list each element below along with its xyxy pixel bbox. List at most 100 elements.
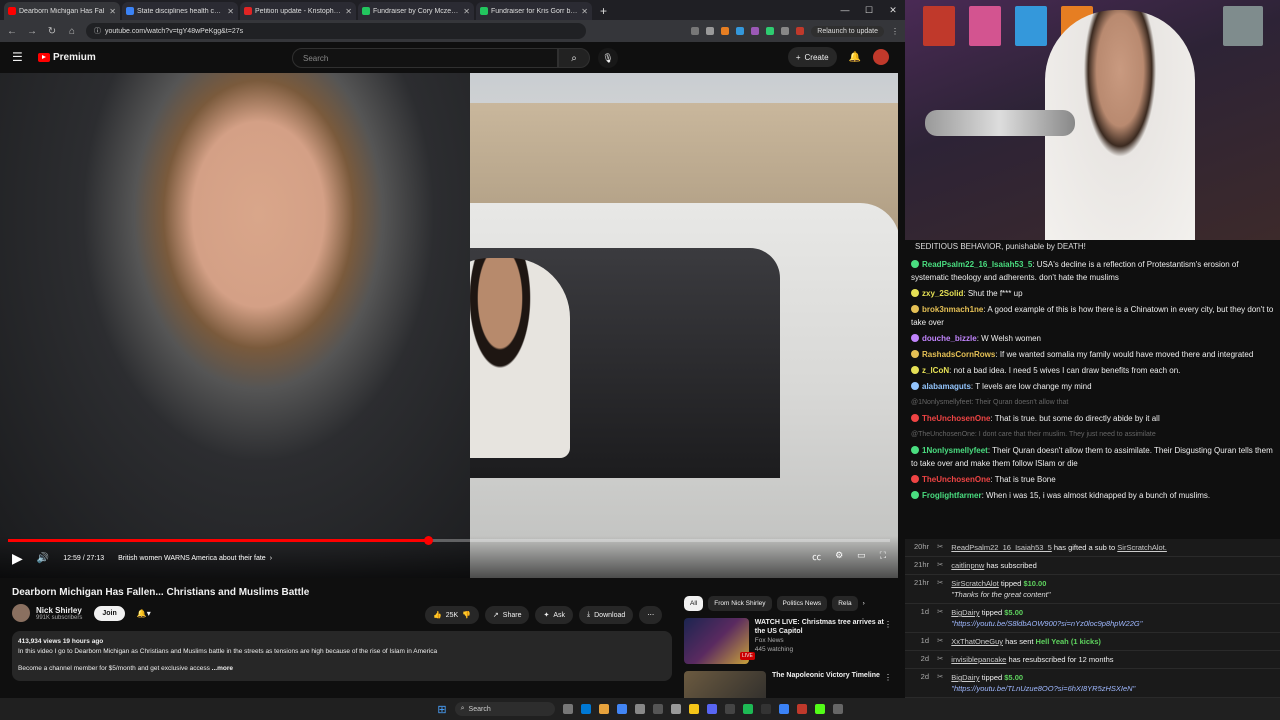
new-tab-button[interactable]: + [594,2,613,20]
hamburger-menu-icon[interactable]: ☰ [12,50,26,64]
share-button[interactable]: ↗ Share [484,606,530,624]
activity-user[interactable]: caitlinpnw [951,561,984,570]
fullscreen-icon[interactable]: ⛶ [880,550,886,563]
back-icon[interactable]: ← [6,26,18,37]
url-field[interactable]: ⓘ youtube.com/watch?v=tgY48wPeKgg&t=27s [86,23,586,39]
ask-button[interactable]: ✦ Ask [535,606,574,624]
app-icon[interactable] [796,704,807,714]
download-button[interactable]: ⤓ Download [579,606,634,624]
more-link[interactable]: ...more [212,665,233,672]
maximize-icon[interactable]: ☐ [857,0,881,20]
extension-icon[interactable] [751,27,760,35]
tab-close-icon[interactable]: ✕ [463,7,470,16]
miniplayer-icon[interactable]: ▭ [857,550,866,563]
app-icon[interactable] [760,704,771,714]
account-avatar[interactable] [873,49,889,65]
chapter-title[interactable]: British women WARNS America about their … [118,555,272,562]
chat-username[interactable]: TheUnchosenOne [922,414,990,423]
tab-close-icon[interactable]: ✕ [109,7,116,16]
home-icon[interactable]: ⌂ [66,26,78,37]
activity-user[interactable]: SirScratchAlot [951,579,999,588]
video-thumbnail[interactable]: LIVE [684,618,755,664]
tab-close-icon[interactable]: ✕ [345,7,352,16]
channel-name[interactable]: Nick Shirley [36,606,82,615]
activity-link[interactable]: "https://youtu.be/TLnUzue8OO?si=6hXI8YR5… [951,684,1135,693]
tab-close-icon[interactable]: ✕ [227,7,234,16]
activity-link[interactable]: "https://youtu.be/S8ldbAOW900?si=nYz0loc… [951,619,1142,628]
task-view-icon[interactable] [562,704,573,714]
app-icon[interactable] [670,704,681,714]
description-box[interactable]: 413,934 views 19 hours ago In this video… [12,631,672,681]
kick-icon[interactable] [814,704,825,714]
chip-related[interactable]: Rela [832,596,858,611]
chip-politics[interactable]: Politics News [776,596,828,611]
channel-avatar[interactable] [12,604,30,622]
activity-user[interactable]: XxThatOneGuy [951,637,1003,646]
microphone-icon[interactable]: 🎙 [598,48,618,68]
chat-username[interactable]: ReadPsalm22_16_Isaiah53_5 [922,260,1032,269]
like-button[interactable]: 👍 25K 👎 [425,606,479,624]
subtitles-icon[interactable]: ㏄ [812,550,821,563]
progress-bar[interactable] [8,536,890,545]
chat-username[interactable]: z_lCoN [922,366,949,375]
chat-username[interactable]: brok3nmach1ne [922,305,983,314]
folder-icon[interactable] [688,704,699,714]
tab-fundraiser-1[interactable]: Fundraiser by Cory Mczenna ✕ [358,2,474,20]
chat-username[interactable]: alabamaguts [922,382,971,391]
install-icon[interactable] [691,27,700,35]
notifications-bell-icon[interactable]: 🔔 [849,52,861,63]
kebab-menu-icon[interactable]: ⋮ [891,27,899,36]
tab-state[interactable]: State disciplines health care pro✕ [122,2,238,20]
settings-gear-icon[interactable]: ⚙ [835,550,843,563]
video-thumbnail[interactable] [684,671,766,698]
relaunch-button[interactable]: Relaunch to update [811,25,884,37]
activity-user[interactable]: invisiblepancake [951,655,1006,664]
volume-icon[interactable]: 🔊 [37,553,49,564]
tab-youtube[interactable]: Dearborn Michigan Has Fal ✕ [4,2,120,20]
file-explorer-icon[interactable] [598,704,609,714]
spotify-icon[interactable] [742,704,753,714]
video-player[interactable]: ▶ 🔊 12:59 / 27:13 British women WARNS Am… [0,73,898,578]
kebab-menu-icon[interactable]: ⋮ [884,620,892,629]
create-button[interactable]: + Create [787,47,837,67]
close-window-icon[interactable]: ✕ [881,0,905,20]
minimize-icon[interactable]: — [833,0,857,20]
site-info-icon[interactable]: ⓘ [94,26,101,36]
windows-start-icon[interactable]: ⊞ [437,703,446,716]
extension-icon[interactable] [766,27,775,35]
thumbs-down-icon[interactable]: 👎 [462,611,471,619]
chat-username[interactable]: TheUnchosenOne [922,475,990,484]
tab-petition[interactable]: Petition update - Kristopher's st✕ [240,2,356,20]
youtube-logo[interactable]: Premium [38,52,96,63]
discord-icon[interactable] [706,704,717,714]
recommended-video[interactable]: The Napoleonic Victory Timeline ⋮ [684,671,896,698]
notification-bell-icon[interactable]: 🔔▾ [137,609,151,618]
kebab-menu-icon[interactable]: ⋮ [884,673,892,682]
activity-user[interactable]: BigDairy [951,608,979,617]
chip-from-channel[interactable]: From Nick Shirley [708,596,772,611]
chat-username[interactable]: Froglightfarmer [922,491,982,500]
edge-icon[interactable] [580,704,591,714]
app-icon[interactable] [634,704,645,714]
app-icon[interactable] [724,704,735,714]
play-icon[interactable]: ▶ [12,550,23,567]
join-button[interactable]: Join [94,605,125,621]
tab-close-icon[interactable]: ✕ [581,7,588,16]
activity-user[interactable]: ReadPsalm22_16_Isaiah53_5 [951,543,1052,552]
forward-icon[interactable]: → [26,26,38,37]
activity-target[interactable]: SirScratchAlot. [1117,543,1167,552]
search-input[interactable]: Search [292,48,558,68]
tab-fundraiser-2[interactable]: Fundraiser for Kris Gorr by Kell ✕ [476,2,592,20]
puzzle-icon[interactable] [781,27,790,35]
recommended-video[interactable]: LIVE WATCH LIVE: Christmas tree arrives … [684,618,896,664]
app-icon[interactable] [832,704,843,714]
extension-icon[interactable] [736,27,745,35]
chat-username[interactable]: 1Nonlysmellyfeet [922,446,988,455]
search-icon[interactable]: ⌕ [558,48,590,68]
chevron-right-icon[interactable]: › [863,600,865,607]
chat-username[interactable]: douche_bizzle [922,334,977,343]
chat-username[interactable]: RashadsCornRows [922,350,995,359]
extension-icon[interactable] [721,27,730,35]
chrome-icon[interactable] [616,704,627,714]
star-icon[interactable] [706,27,715,35]
